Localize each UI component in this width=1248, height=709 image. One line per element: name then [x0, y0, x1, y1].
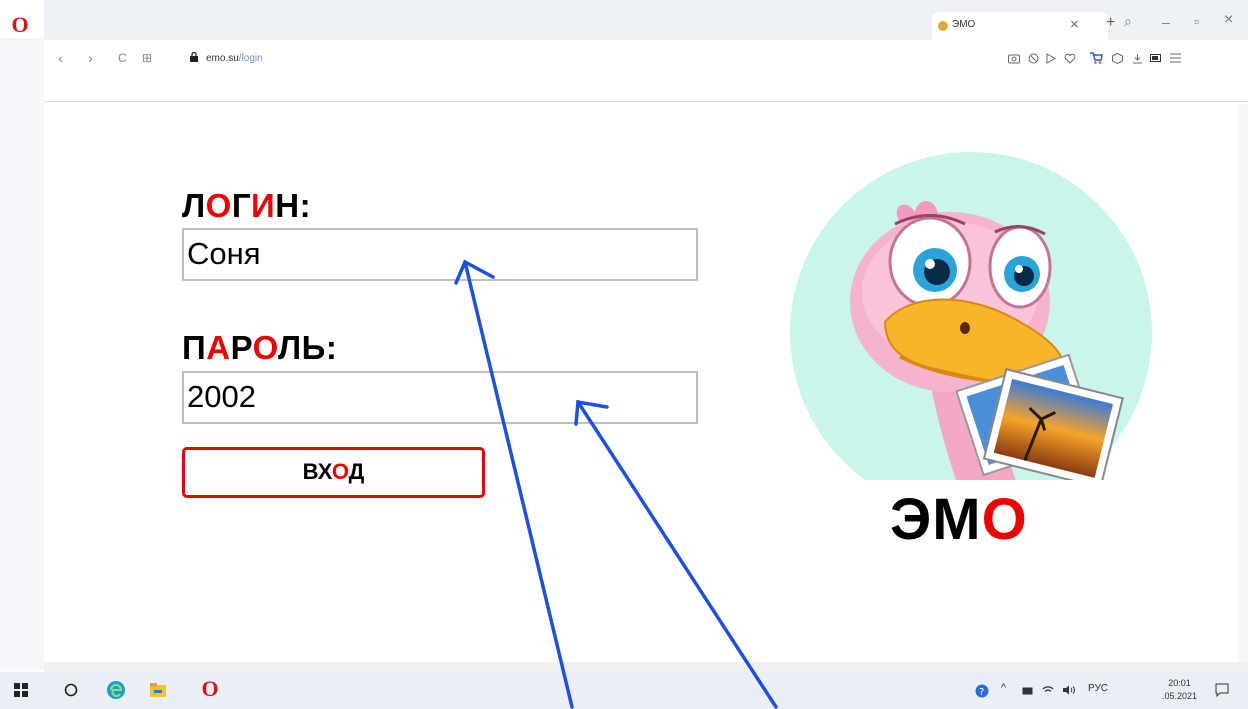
url-host: emo.su: [206, 53, 239, 64]
password-input[interactable]: 2002: [182, 371, 698, 424]
login-label-part: И: [251, 187, 276, 224]
notifications-icon[interactable]: [1215, 683, 1229, 697]
battery-tray-icon[interactable]: [1022, 687, 1034, 695]
tabs-grid-icon[interactable]: ⊞: [142, 51, 152, 65]
vertical-scrollbar[interactable]: [1238, 104, 1248, 664]
url-field[interactable]: emo.su/login: [206, 53, 263, 64]
login-label-part: О: [205, 187, 232, 224]
opera-sidebar: [0, 38, 44, 670]
login-label-part: Г: [231, 187, 252, 224]
login-label-part: Н:: [275, 187, 312, 224]
search-tabs-icon[interactable]: ⌕: [1124, 13, 1132, 30]
logo-text-part: О: [981, 487, 1028, 552]
ostrich-mascot-image: [790, 152, 1152, 480]
search-icon[interactable]: [64, 683, 78, 697]
password-label-part: А: [206, 329, 231, 366]
login-input[interactable]: Соня: [182, 228, 698, 281]
password-label-part: ЛЬ:: [278, 329, 338, 366]
chevron-up-icon[interactable]: ^: [1001, 682, 1006, 694]
camera-icon[interactable]: [1008, 53, 1020, 64]
chrome-divider: [44, 101, 1248, 102]
opera-taskbar-icon[interactable]: O: [200, 676, 220, 701]
close-window-icon[interactable]: ×: [1224, 11, 1233, 29]
heart-icon[interactable]: [1064, 53, 1076, 64]
password-label: ПАРОЛЬ:: [182, 329, 337, 367]
minimize-icon[interactable]: _: [1162, 8, 1170, 24]
login-button-part: О: [331, 459, 349, 484]
file-explorer-icon[interactable]: [148, 680, 168, 700]
login-button[interactable]: ВХОД: [182, 447, 485, 498]
emo-favicon-icon: [938, 21, 948, 31]
menu-icon[interactable]: [1170, 53, 1181, 63]
player-icon[interactable]: [1046, 53, 1056, 64]
address-bar: ‹ › C ⊞ emo.su/login: [44, 40, 1248, 78]
new-tab-icon[interactable]: +: [1106, 14, 1115, 32]
restore-icon[interactable]: ▫: [1194, 13, 1199, 29]
back-icon[interactable]: ‹: [58, 50, 63, 66]
tab-title: ЭМО: [952, 19, 976, 30]
windows-taskbar: O ? ^ РУС 20:01 .05.2021: [0, 672, 1248, 709]
reload-icon[interactable]: C: [118, 51, 127, 65]
tab-bar: ЭМО × + ⌕ _ ▫ ×: [44, 0, 1248, 40]
screen: ЭМО × + ⌕ _ ▫ × O ‹ › C ⊞ emo.su/login Л…: [0, 0, 1248, 709]
ad-block-icon[interactable]: [1028, 53, 1039, 64]
horizontal-scrollbar[interactable]: [44, 662, 1248, 672]
opera-logo-icon[interactable]: O: [10, 14, 30, 36]
logo-text-part: ЭМ: [890, 487, 982, 552]
forward-icon[interactable]: ›: [88, 50, 93, 66]
clock-date: .05.2021: [1162, 691, 1198, 701]
login-label: ЛОГИН:: [182, 187, 311, 225]
svg-text:?: ?: [979, 687, 984, 698]
password-label-part: Р: [230, 329, 253, 366]
clock-time: 20:01: [1168, 678, 1191, 688]
cart-icon[interactable]: [1090, 52, 1103, 64]
password-label-part: О: [252, 329, 278, 366]
url-path: /login: [238, 53, 263, 64]
clock[interactable]: 20:01 .05.2021: [1162, 677, 1197, 703]
login-button-part: Д: [348, 459, 365, 484]
login-label-part: Л: [182, 187, 206, 224]
tab-close-icon[interactable]: ×: [1070, 16, 1079, 33]
login-button-part: ВХ: [302, 459, 332, 484]
help-tray-icon[interactable]: ?: [975, 684, 989, 698]
download-icon[interactable]: [1132, 53, 1143, 64]
battery-icon[interactable]: [1150, 54, 1162, 62]
lock-icon: [190, 52, 198, 62]
tab-emo[interactable]: ЭМО ×: [932, 12, 1108, 40]
language-indicator[interactable]: РУС: [1088, 683, 1108, 694]
emo-logo-text: ЭМО: [890, 486, 1028, 553]
wifi-icon[interactable]: [1042, 685, 1054, 695]
cube-icon[interactable]: [1112, 53, 1123, 64]
windows-start-icon[interactable]: [14, 683, 28, 697]
volume-icon[interactable]: [1062, 685, 1076, 695]
password-label-part: П: [182, 329, 207, 366]
edge-icon[interactable]: [106, 680, 126, 700]
